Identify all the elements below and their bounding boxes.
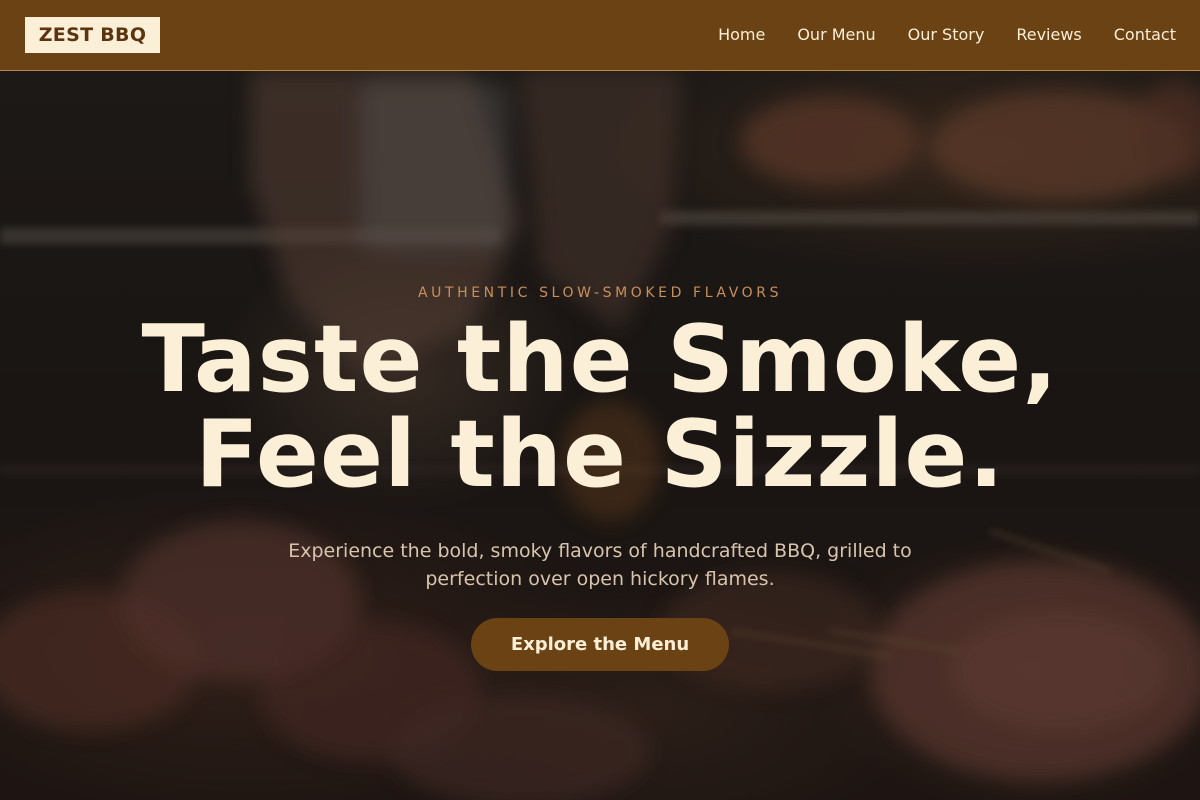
hero-headline-line-1: Taste the Smoke, (141, 305, 1059, 413)
hero-headline-line-2: Feel the Sizzle. (195, 400, 1005, 508)
site-header: ZEST BBQ Home Our Menu Our Story Reviews… (0, 0, 1200, 71)
hero-content: AUTHENTIC SLOW-SMOKED FLAVORS Taste the … (0, 71, 1200, 800)
explore-menu-button[interactable]: Explore the Menu (471, 618, 729, 671)
hero-headline: Taste the Smoke, Feel the Sizzle. (0, 312, 1200, 502)
nav-link-home[interactable]: Home (718, 25, 765, 45)
nav-link-reviews[interactable]: Reviews (1016, 25, 1081, 45)
hero-eyebrow: AUTHENTIC SLOW-SMOKED FLAVORS (417, 285, 783, 301)
nav-link-contact[interactable]: Contact (1114, 25, 1176, 45)
hero-section: AUTHENTIC SLOW-SMOKED FLAVORS Taste the … (0, 71, 1200, 800)
hero-subtext: Experience the bold, smoky flavors of ha… (288, 540, 912, 590)
main-nav: Home Our Menu Our Story Reviews Contact (718, 25, 1176, 45)
logo[interactable]: ZEST BBQ (25, 17, 160, 53)
nav-link-our-story[interactable]: Our Story (908, 25, 985, 45)
nav-link-our-menu[interactable]: Our Menu (797, 25, 875, 45)
